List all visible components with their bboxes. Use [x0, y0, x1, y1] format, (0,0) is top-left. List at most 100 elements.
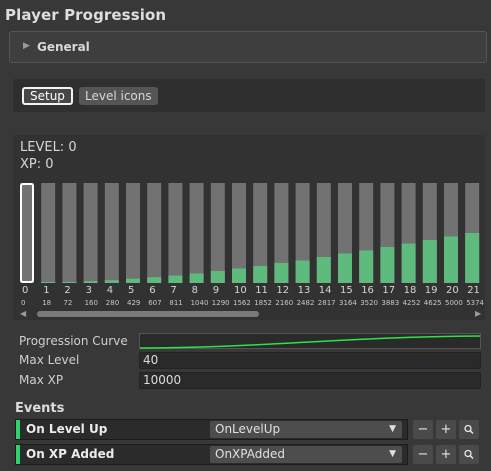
tab-bar: Setup Level icons	[13, 79, 485, 112]
level-number-label: 0	[22, 285, 28, 296]
general-foldout[interactable]: ▶ General	[9, 31, 487, 63]
level-number-label: 4	[107, 285, 113, 296]
level-bar-fill	[401, 243, 416, 283]
level-bar[interactable]	[147, 183, 162, 283]
level-number-label: 10	[234, 285, 247, 296]
max-level-field[interactable]: 40	[139, 352, 481, 369]
level-bar-fill	[253, 266, 268, 283]
level-bar[interactable]	[41, 183, 56, 283]
level-bar-fill	[422, 240, 437, 283]
level-number-label: 21	[467, 285, 480, 296]
level-number-label: 13	[298, 285, 311, 296]
level-bar[interactable]	[168, 183, 183, 283]
progression-curve-field[interactable]	[139, 333, 481, 349]
level-bar[interactable]	[126, 183, 140, 283]
level-bar-fill	[359, 250, 374, 283]
level-bar-fill	[316, 257, 331, 283]
event-row-xp-added: On XP Added OnXPAdded ▼	[15, 444, 408, 465]
level-xp-label: 5374	[466, 299, 484, 307]
level-xp-label: 429	[127, 299, 140, 307]
level-number-label: 2	[64, 285, 70, 296]
current-level-readout: LEVEL: 0	[20, 140, 77, 155]
max-xp-label: Max XP	[19, 373, 64, 387]
level-xp-label: 607	[148, 299, 161, 307]
level-xp-label: 3883	[381, 299, 399, 307]
level-xp-label: 18	[42, 299, 51, 307]
level-bar-fill	[168, 275, 183, 283]
level-number-label: 8	[192, 285, 198, 296]
level-xp-label: 3520	[360, 299, 378, 307]
current-xp-readout: XP: 0	[20, 157, 54, 172]
level-bar-fill	[210, 271, 225, 283]
remove-listener-button[interactable]: −	[413, 420, 433, 439]
inspector-title: Player Progression	[5, 6, 167, 24]
level-bar-fill	[465, 233, 480, 283]
event-label: On Level Up	[26, 422, 108, 436]
add-listener-button[interactable]: +	[436, 420, 456, 439]
level-bar-fill	[338, 253, 352, 283]
magnifier-icon[interactable]	[459, 420, 479, 439]
level-bar-fill	[295, 260, 310, 283]
event-method-dropdown[interactable]: OnXPAdded ▼	[210, 446, 402, 463]
level-xp-label: 2482	[297, 299, 315, 307]
level-bar-fill	[104, 280, 119, 283]
scrollbar-thumb[interactable]	[37, 311, 259, 317]
event-accent-bar	[16, 445, 20, 464]
event-method-dropdown[interactable]: OnLevelUp ▼	[210, 421, 402, 438]
level-bar-fill	[83, 281, 98, 283]
level-number-label: 5	[128, 285, 134, 296]
level-bar[interactable]	[232, 183, 246, 283]
level-bar[interactable]	[83, 183, 98, 283]
level-bar-fill	[232, 268, 246, 283]
level-number-label: 16	[361, 285, 374, 296]
scroll-right-arrow-icon[interactable]: ▶	[475, 309, 481, 318]
level-xp-label: 0	[21, 299, 25, 307]
level-xp-label: 1852	[254, 299, 272, 307]
max-xp-field[interactable]: 10000	[139, 372, 481, 389]
events-heading: Events	[15, 401, 65, 416]
level-number-label: 1	[43, 285, 49, 296]
level-xp-label: 160	[85, 299, 98, 307]
event-label: On XP Added	[26, 447, 115, 461]
level-bar[interactable]	[62, 183, 77, 283]
tab-level-icons[interactable]: Level icons	[79, 87, 158, 105]
level-xp-label: 811	[169, 299, 182, 307]
level-number-label: 19	[425, 285, 438, 296]
max-level-label: Max Level	[19, 353, 80, 367]
remove-listener-button[interactable]: −	[413, 445, 433, 464]
level-xp-label: 1290	[212, 299, 230, 307]
level-bar[interactable]	[20, 183, 34, 283]
add-listener-button[interactable]: +	[436, 445, 456, 464]
scroll-left-arrow-icon[interactable]: ◀	[20, 309, 26, 318]
general-foldout-label: General	[37, 40, 90, 54]
level-bar-fill	[62, 282, 77, 283]
progression-curve-label: Progression Curve	[19, 334, 128, 348]
level-bar[interactable]	[210, 183, 225, 283]
level-bar-fill	[189, 273, 204, 283]
event-accent-bar	[16, 420, 20, 439]
level-bar[interactable]	[104, 183, 119, 283]
level-number-label: 20	[446, 285, 459, 296]
level-bar-fill	[147, 277, 162, 283]
level-number-label: 9	[213, 285, 219, 296]
level-number-label: 11	[255, 285, 268, 296]
dropdown-arrow-icon: ▼	[389, 449, 396, 459]
level-bar-fill	[274, 263, 289, 283]
tab-setup[interactable]: Setup	[22, 87, 73, 105]
level-bar-fill	[380, 247, 395, 283]
level-number-label: 7	[170, 285, 176, 296]
level-bar[interactable]	[189, 183, 204, 283]
level-bar-fill	[444, 236, 458, 283]
level-xp-label: 2817	[318, 299, 336, 307]
level-number-label: 18	[404, 285, 417, 296]
level-number-label: 14	[319, 285, 332, 296]
level-number-label: 17	[382, 285, 395, 296]
level-number-label: 15	[340, 285, 353, 296]
dropdown-arrow-icon: ▼	[389, 424, 396, 434]
level-xp-label: 4625	[424, 299, 442, 307]
level-number-label: 3	[86, 285, 92, 296]
level-xp-label: 2160	[275, 299, 293, 307]
level-xp-label: 1040	[191, 299, 209, 307]
level-number-label: 6	[149, 285, 155, 296]
magnifier-icon[interactable]	[459, 445, 479, 464]
